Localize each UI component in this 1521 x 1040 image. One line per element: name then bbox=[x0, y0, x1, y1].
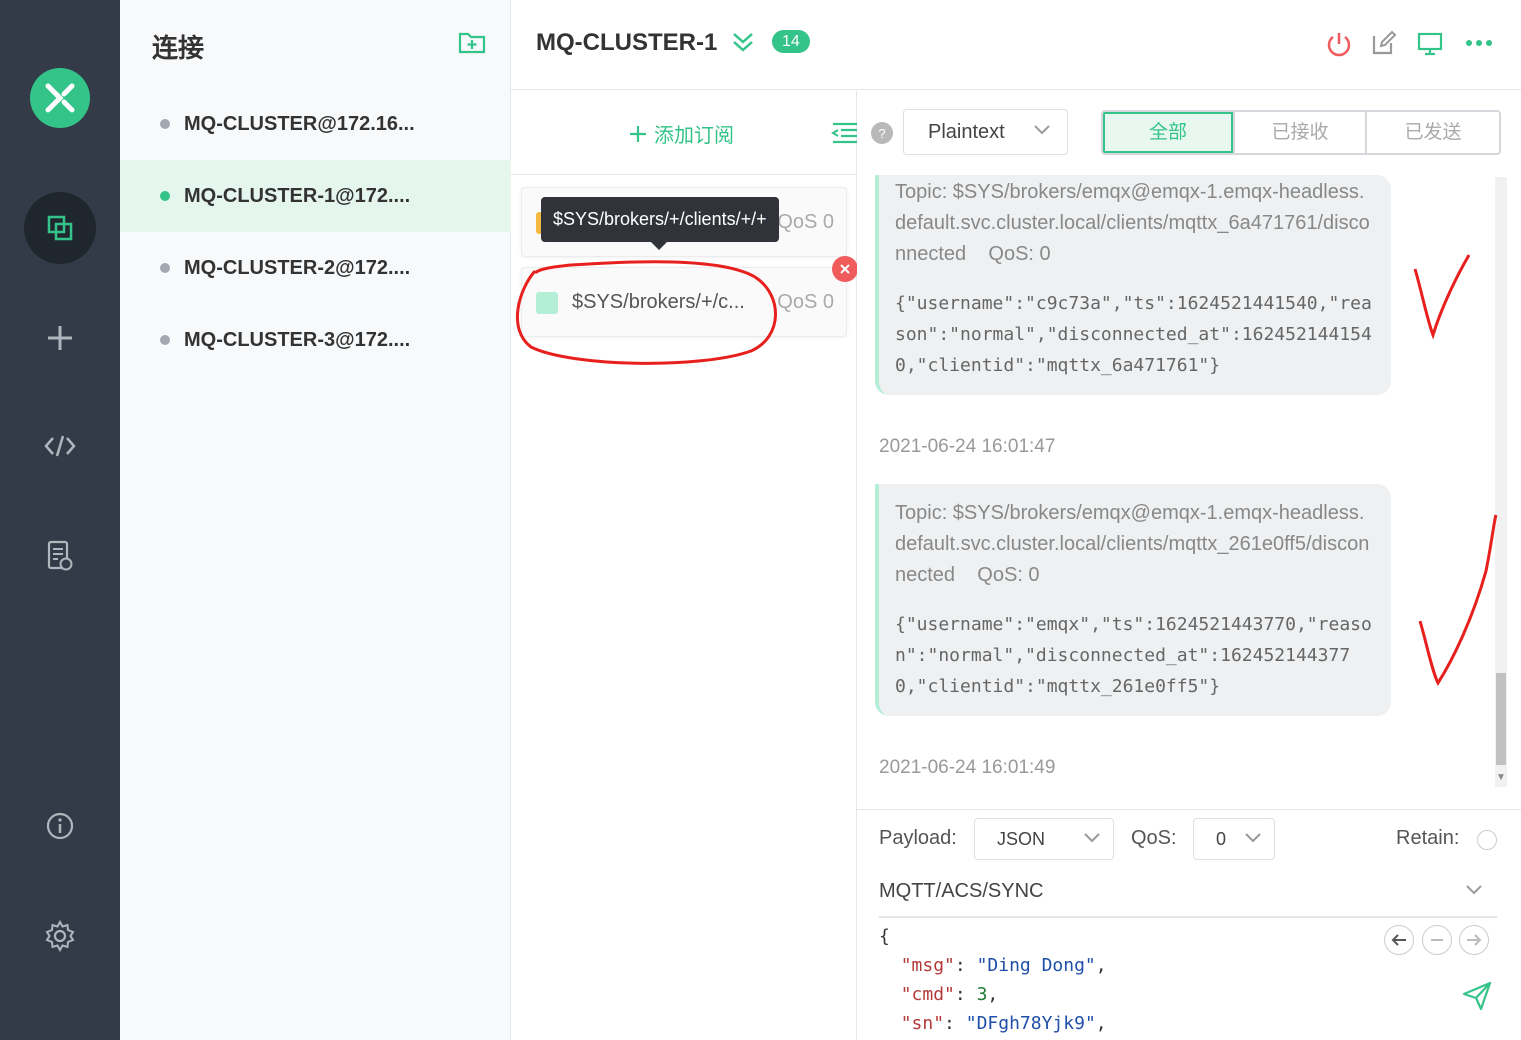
help-icon[interactable]: ? bbox=[871, 122, 893, 144]
code-key: "sn" bbox=[900, 1013, 945, 1034]
status-dot bbox=[160, 191, 170, 201]
message-topic: Topic: $SYS/brokers/emqx@emqx-1.emqx-hea… bbox=[895, 498, 1375, 591]
payload-format-value: Plaintext bbox=[928, 121, 1005, 143]
retain-checkbox[interactable] bbox=[1477, 830, 1497, 850]
publish-panel: Payload: JSON QoS: 0 Retain: MQTT/ACS/SY… bbox=[857, 809, 1521, 1040]
history-clear-icon[interactable] bbox=[1422, 925, 1452, 955]
connections-title: 连接 bbox=[152, 33, 205, 63]
subscription-qos: QoS 0 bbox=[777, 291, 834, 313]
message-topic-text: Topic: $SYS/brokers/emqx@emqx-1.emqx-hea… bbox=[895, 181, 1370, 265]
status-dot bbox=[160, 119, 170, 129]
connection-label: MQ-CLUSTER-1@172.... bbox=[184, 184, 411, 207]
connection-name: MQ-CLUSTER-1 bbox=[536, 29, 718, 56]
subscription-color-swatch bbox=[536, 292, 558, 314]
subscriptions-panel: 添加订阅 QoS 0 $SYS/brokers/+/c... QoS 0 $SY… bbox=[511, 91, 858, 1040]
chevron-down-icon bbox=[1084, 833, 1100, 843]
connection-item[interactable]: MQ-CLUSTER-1@172.... bbox=[120, 160, 511, 232]
add-subscription-button[interactable]: 添加订阅 bbox=[628, 119, 734, 148]
payload-type-value: JSON bbox=[997, 829, 1046, 849]
connections-panel: 连接 MQ-CLUSTER@172.16... MQ-CLUSTER-1@172… bbox=[120, 0, 511, 1040]
message-qos: QoS: 0 bbox=[988, 243, 1051, 265]
qos-label: QoS: bbox=[1131, 827, 1177, 849]
message-count-badge: 14 bbox=[772, 30, 810, 53]
connection-label: MQ-CLUSTER@172.16... bbox=[184, 112, 415, 135]
subscription-qos: QoS 0 bbox=[777, 211, 834, 233]
history-back-icon[interactable] bbox=[1384, 925, 1414, 955]
code-key: "msg" bbox=[900, 955, 955, 976]
script-icon[interactable] bbox=[24, 410, 96, 482]
message-filter-tabs: 全部 已接收 已发送 bbox=[1101, 110, 1501, 155]
message-topic-text: Topic: $SYS/brokers/emqx@emqx-1.emqx-hea… bbox=[895, 502, 1370, 586]
edit-icon[interactable] bbox=[1371, 30, 1397, 61]
add-subscription-label: 添加订阅 bbox=[654, 125, 734, 147]
more-icon[interactable] bbox=[1465, 36, 1493, 54]
code-line: { bbox=[879, 926, 890, 947]
topic-tooltip: $SYS/brokers/+/clients/+/+ bbox=[541, 197, 779, 250]
unsubscribe-close-icon[interactable] bbox=[832, 256, 858, 282]
message-payload: {"username":"c9c73a","ts":1624521441540,… bbox=[895, 293, 1372, 376]
payload-type-select[interactable]: JSON bbox=[974, 818, 1114, 860]
message-bubble: Topic: $SYS/brokers/emqx@emqx-1.emqx-hea… bbox=[875, 484, 1391, 716]
connection-item[interactable]: MQ-CLUSTER-3@172.... bbox=[120, 304, 511, 376]
code-value: "Ding Dong" bbox=[976, 955, 1096, 976]
code-value: "DFgh78Yjk9" bbox=[965, 1013, 1096, 1034]
publish-topic-value: MQTT/ACS/SYNC bbox=[879, 880, 1044, 902]
connection-header: MQ-CLUSTER-1 14 bbox=[511, 0, 1521, 90]
message-time: 2021-06-24 16:01:47 bbox=[879, 436, 1056, 457]
message-time: 2021-06-24 16:01:49 bbox=[879, 757, 1056, 778]
red-checkmark-annotation bbox=[1418, 514, 1498, 687]
new-folder-icon[interactable] bbox=[458, 30, 486, 59]
payload-format-select[interactable]: Plaintext bbox=[903, 109, 1068, 155]
status-dot bbox=[160, 263, 170, 273]
add-icon[interactable] bbox=[24, 302, 96, 374]
code-value: 3 bbox=[976, 984, 988, 1005]
messages-panel: ? Plaintext 全部 已接收 已发送 Topic: $SYS/broke… bbox=[857, 91, 1521, 809]
tab-all[interactable]: 全部 bbox=[1103, 112, 1235, 153]
collapse-icon[interactable] bbox=[831, 121, 857, 150]
connections-icon[interactable] bbox=[24, 192, 96, 264]
send-icon[interactable] bbox=[1461, 980, 1493, 1017]
subscription-item[interactable]: $SYS/brokers/+/c... QoS 0 bbox=[521, 256, 858, 337]
log-icon[interactable] bbox=[24, 520, 96, 592]
payload-label: Payload: bbox=[879, 827, 957, 849]
settings-icon[interactable] bbox=[24, 900, 96, 972]
chevron-down-icon bbox=[1034, 125, 1050, 135]
message-bubble: Topic: $SYS/brokers/emqx@emqx-1.emqx-hea… bbox=[875, 175, 1391, 395]
message-qos: QoS: 0 bbox=[977, 564, 1040, 586]
history-forward-icon[interactable] bbox=[1459, 925, 1489, 955]
connection-item[interactable]: MQ-CLUSTER@172.16... bbox=[120, 88, 511, 160]
mqttx-logo-icon bbox=[30, 68, 90, 128]
power-icon[interactable] bbox=[1325, 30, 1353, 63]
subscription-topic: $SYS/brokers/+/c... bbox=[572, 291, 745, 313]
messages-toolbar: ? Plaintext 全部 已接收 已发送 bbox=[857, 91, 1521, 173]
about-icon[interactable] bbox=[24, 790, 96, 862]
add-subscription-row: 添加订阅 bbox=[511, 91, 857, 175]
monitor-icon[interactable] bbox=[1416, 30, 1444, 63]
connection-label: MQ-CLUSTER-2@172.... bbox=[184, 256, 411, 279]
code-key: "cmd" bbox=[900, 984, 955, 1005]
chevron-down-icon bbox=[1466, 885, 1482, 895]
publish-topic-input[interactable]: MQTT/ACS/SYNC bbox=[879, 876, 1497, 918]
connection-item[interactable]: MQ-CLUSTER-2@172.... bbox=[120, 232, 511, 304]
messages-scrollbar[interactable]: ▼ bbox=[1495, 177, 1507, 787]
scrollbar-thumb[interactable] bbox=[1496, 673, 1506, 765]
message-payload: {"username":"emqx","ts":1624521443770,"r… bbox=[895, 614, 1372, 697]
plus-icon bbox=[630, 125, 646, 142]
status-dot bbox=[160, 335, 170, 345]
connection-label: MQ-CLUSTER-3@172.... bbox=[184, 328, 411, 351]
tab-sent[interactable]: 已发送 bbox=[1367, 112, 1499, 153]
qos-value: 0 bbox=[1216, 829, 1227, 849]
chevron-down-icon bbox=[1245, 833, 1261, 843]
sidebar-rail bbox=[0, 0, 120, 1040]
qos-select[interactable]: 0 bbox=[1193, 818, 1275, 860]
scroll-down-arrow-icon[interactable]: ▼ bbox=[1496, 772, 1506, 783]
payload-editor[interactable]: { "msg": "Ding Dong", "cmd": 3, "sn": "D… bbox=[879, 922, 1107, 1038]
red-checkmark-annotation bbox=[1413, 254, 1471, 339]
chevron-double-down-icon[interactable] bbox=[731, 30, 755, 59]
message-topic: Topic: $SYS/brokers/emqx@emqx-1.emqx-hea… bbox=[895, 177, 1375, 270]
retain-label: Retain: bbox=[1396, 827, 1460, 849]
tab-received[interactable]: 已接收 bbox=[1235, 112, 1367, 153]
